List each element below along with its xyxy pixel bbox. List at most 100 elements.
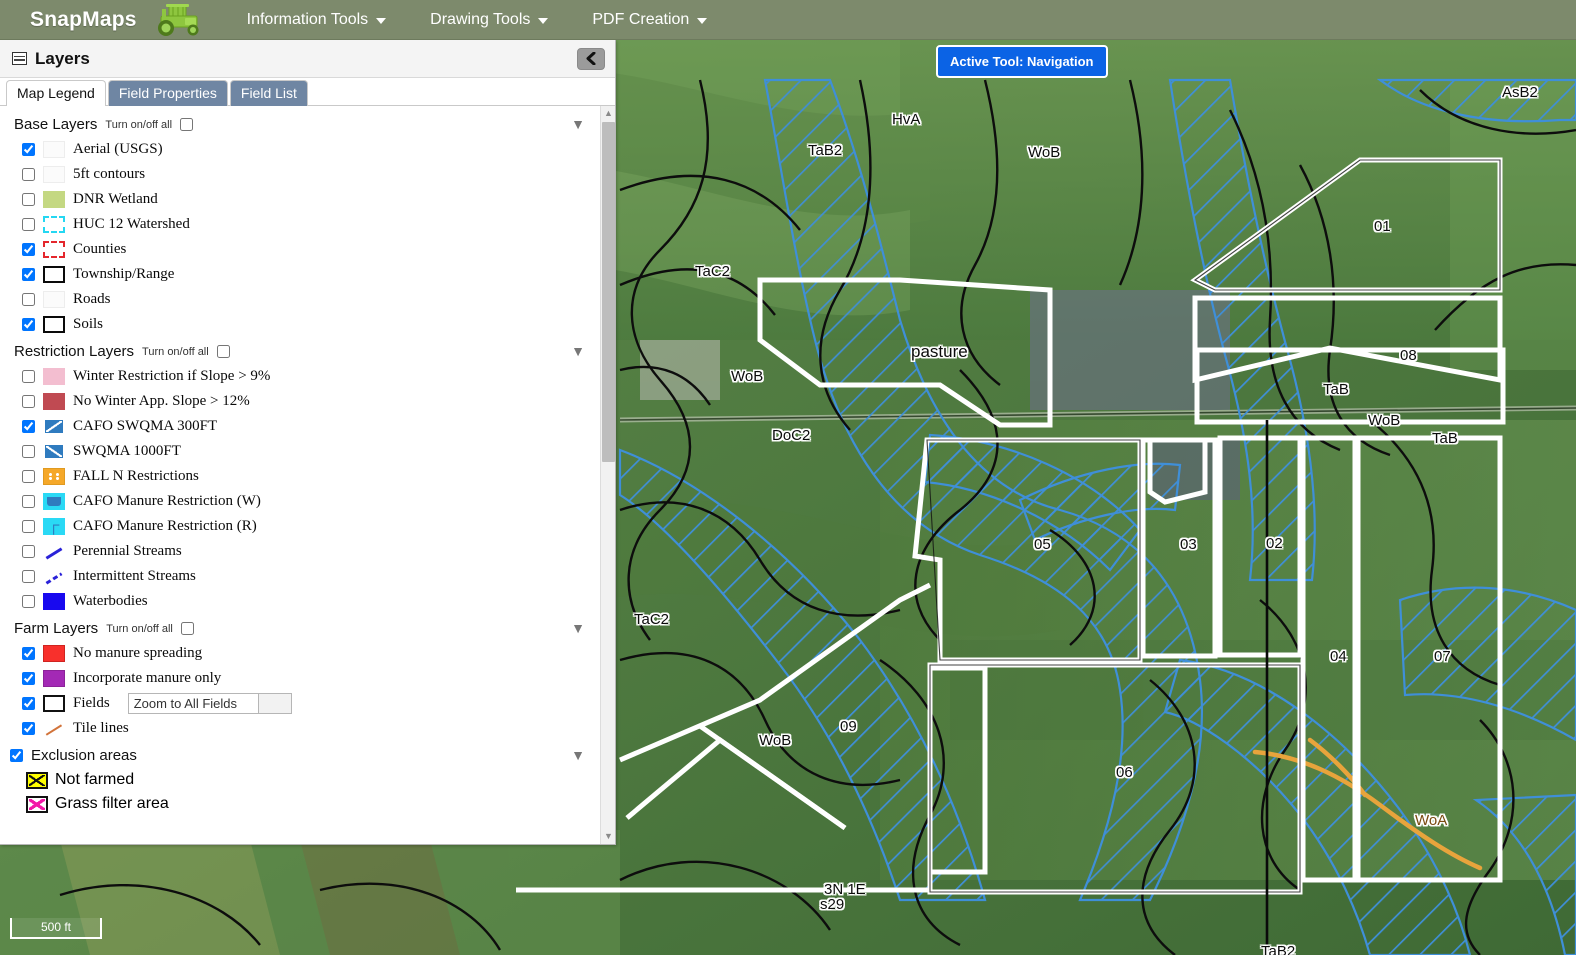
legend-row-waterbodies[interactable]: Waterbodies [0,589,599,614]
layers-panel-header: Layers [0,40,615,78]
legend-row-tile-lines[interactable]: Tile lines [0,716,599,741]
layer-checkbox-fields[interactable] [22,697,35,710]
nav-label: Drawing Tools [430,10,531,28]
toggle-all-label: Turn on/off all [105,118,173,131]
chevron-down-icon[interactable]: ▼ [571,116,585,132]
group-restriction-layers-header: Restriction Layers Turn on/off all ▼ [0,341,599,364]
legend-row-cafo-manure-restriction-r[interactable]: CAFO Manure Restriction (R) [0,514,599,539]
zoom-to-all-fields-input[interactable] [127,693,258,714]
legend-row-not-farmed[interactable]: Not farmed [0,768,599,792]
swatch-5ft-contours-icon [43,166,65,183]
legend-row-fields[interactable]: Fields [0,691,599,716]
layer-checkbox-no-manure-spreading[interactable] [22,647,35,660]
legend-row-roads[interactable]: Roads [0,287,599,312]
layer-checkbox-winter-restriction-slope-9[interactable] [22,370,35,383]
legend-row-counties[interactable]: Counties [0,237,599,262]
layer-checkbox-intermittent-streams[interactable] [22,570,35,583]
layer-checkbox-5ft-contours[interactable] [22,168,35,181]
layer-label: CAFO Manure Restriction (R) [73,518,257,534]
nav-drawing-tools[interactable]: Drawing Tools [408,1,570,39]
layer-label: Counties [73,241,127,257]
swatch-no-winter-app-icon [43,393,65,410]
tab-field-list[interactable]: Field List [229,80,308,106]
exclusion-areas-checkbox[interactable] [10,749,23,762]
layer-label: No Winter App. Slope > 12% [73,393,250,409]
zoom-to-all-fields-button[interactable] [257,693,292,714]
layer-checkbox-township-range[interactable] [22,268,35,281]
layer-checkbox-dnr-wetland[interactable] [22,193,35,206]
layer-checkbox-incorporate-manure-only[interactable] [22,672,35,685]
legend-row-incorporate-manure-only[interactable]: Incorporate manure only [0,666,599,691]
swatch-tile-lines-icon [43,720,65,737]
swatch-fall-n-restrictions-icon [43,468,65,485]
active-tool-badge: Active Tool: Navigation [936,45,1108,78]
layer-checkbox-cafo-manure-restriction-w[interactable] [22,495,35,508]
legend-row-winter-restriction-slope-9[interactable]: Winter Restriction if Slope > 9% [0,364,599,389]
collapse-panel-button[interactable] [577,47,605,70]
legend-row-aerial-usgs[interactable]: Aerial (USGS) [0,137,599,162]
legend-row-huc-12-watershed[interactable]: HUC 12 Watershed [0,212,599,237]
layer-checkbox-waterbodies[interactable] [22,595,35,608]
legend-row-dnr-wetland[interactable]: DNR Wetland [0,187,599,212]
toggle-all-base-layers-checkbox[interactable] [180,118,194,131]
nav-label: PDF Creation [592,10,690,28]
legend-row-no-winter-app-slope-12[interactable]: No Winter App. Slope > 12% [0,389,599,414]
layer-checkbox-cafo-manure-restriction-r[interactable] [22,520,35,533]
layer-checkbox-counties[interactable] [22,243,35,256]
layer-label: Roads [73,291,111,307]
layer-checkbox-aerial-usgs[interactable] [22,143,35,156]
scroll-up-arrow-icon[interactable]: ▲ [601,106,615,121]
layer-checkbox-fall-n-restrictions[interactable] [22,470,35,483]
layer-checkbox-no-winter-app-slope-12[interactable] [22,395,35,408]
layer-checkbox-roads[interactable] [22,293,35,306]
layer-label: Grass filter area [55,795,169,812]
scrollbar-thumb[interactable] [602,122,615,462]
legend-row-no-manure-spreading[interactable]: No manure spreading [0,641,599,666]
toggle-all-restriction-layers-checkbox[interactable] [216,345,230,358]
group-title: Restriction Layers [14,343,135,360]
chevron-down-icon [538,18,549,24]
swatch-winter-restriction-icon [43,368,65,385]
toggle-all-farm-layers-checkbox[interactable] [180,622,194,635]
swatch-township-range-icon [43,266,65,283]
layer-label: Perennial Streams [73,543,182,559]
legend-row-swqma-1000ft[interactable]: SWQMA 1000FT [0,439,599,464]
legend-row-soils[interactable]: Soils [0,312,599,337]
chevron-down-icon[interactable]: ▼ [571,620,585,636]
layer-label: 5ft contours [73,166,146,182]
layer-label: FALL N Restrictions [73,468,199,484]
chevron-down-icon[interactable]: ▼ [571,747,585,763]
snapmaps-app: SnapMaps Information Tools Drawing Tools… [0,0,1576,955]
tab-field-properties[interactable]: Field Properties [107,80,228,106]
layer-checkbox-huc-12-watershed[interactable] [22,218,35,231]
legend-row-5ft-contours[interactable]: 5ft contours [0,162,599,187]
layer-checkbox-soils[interactable] [22,318,35,331]
chevron-down-icon [376,18,387,24]
layer-checkbox-cafo-swqma-300ft[interactable] [22,420,35,433]
legend-row-perennial-streams[interactable]: Perennial Streams [0,539,599,564]
layers-panel-scrollbar[interactable]: ▲ ▼ [600,106,615,844]
group-farm-layers-header: Farm Layers Turn on/off all ▼ [0,618,599,641]
legend-row-cafo-swqma-300ft[interactable]: CAFO SWQMA 300FT [0,414,599,439]
scroll-down-arrow-icon[interactable]: ▼ [601,829,615,844]
chevron-down-icon[interactable]: ▼ [571,343,585,359]
legend-row-intermittent-streams[interactable]: Intermittent Streams [0,564,599,589]
legend-row-township-range[interactable]: Township/Range [0,262,599,287]
tab-map-legend[interactable]: Map Legend [6,80,106,106]
nav-information-tools[interactable]: Information Tools [225,1,409,39]
group-base-layers-header: Base Layers Turn on/off all ▼ [0,114,599,137]
layer-checkbox-perennial-streams[interactable] [22,545,35,558]
layers-panel-body: Base Layers Turn on/off all ▼ Aerial (US… [0,106,615,844]
layers-icon [12,52,27,65]
layer-label: Waterbodies [73,593,148,609]
layer-label: Not farmed [55,771,135,788]
nav-pdf-creation[interactable]: PDF Creation [570,1,729,39]
legend-row-cafo-manure-restriction-w[interactable]: CAFO Manure Restriction (W) [0,489,599,514]
legend-row-grass-filter-area[interactable]: Grass filter area [0,792,599,816]
legend-row-fall-n-restrictions[interactable]: FALL N Restrictions [0,464,599,489]
layer-label: HUC 12 Watershed [73,216,190,232]
layer-checkbox-swqma-1000ft[interactable] [22,445,35,458]
layer-checkbox-tile-lines[interactable] [22,722,35,735]
layer-label: Winter Restriction if Slope > 9% [73,368,271,384]
layer-label: Tile lines [73,720,129,736]
